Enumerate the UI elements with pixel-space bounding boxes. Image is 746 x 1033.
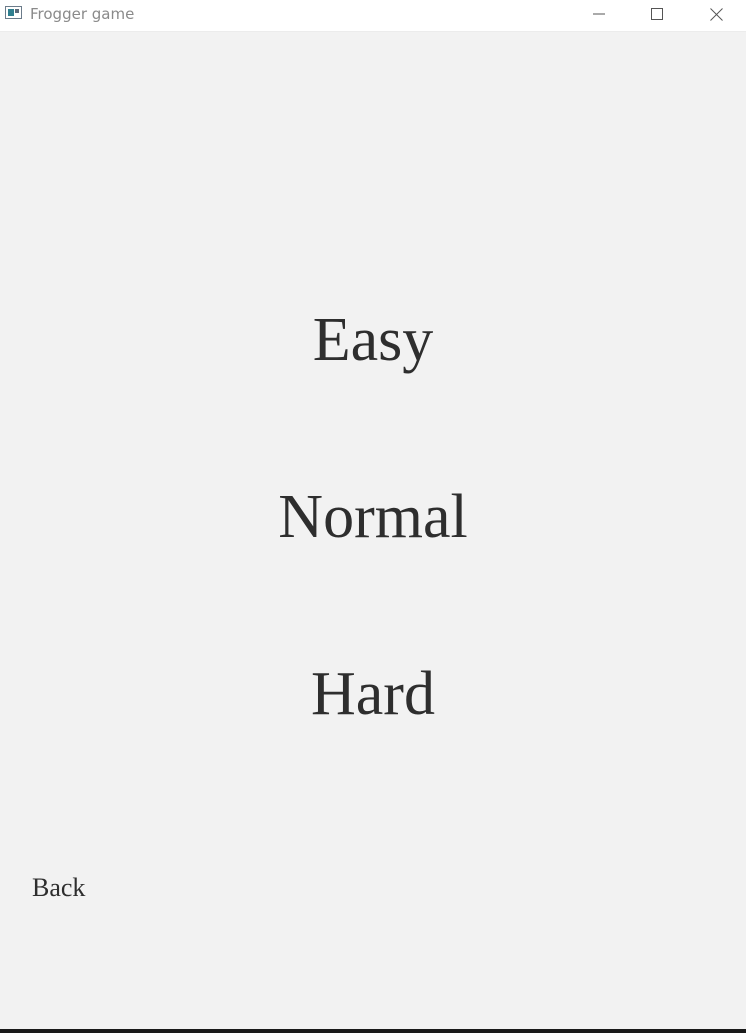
hard-button[interactable]: Hard <box>0 658 746 730</box>
maximize-icon <box>651 8 663 20</box>
window-title: Frogger game <box>30 5 135 23</box>
minimize-button[interactable] <box>576 0 622 28</box>
maximize-button[interactable] <box>634 0 680 28</box>
close-icon <box>709 7 723 21</box>
close-button[interactable] <box>693 0 739 28</box>
easy-button[interactable]: Easy <box>0 304 746 376</box>
app-icon <box>5 6 22 19</box>
title-bar[interactable]: Frogger game <box>0 0 746 31</box>
titlebar-divider <box>0 31 746 32</box>
app-window: Frogger game Easy Normal Hard Back <box>0 0 746 1033</box>
back-button[interactable]: Back <box>32 872 85 904</box>
normal-button[interactable]: Normal <box>0 481 746 553</box>
minimize-icon <box>593 13 605 15</box>
window-bottom-border <box>0 1029 746 1033</box>
